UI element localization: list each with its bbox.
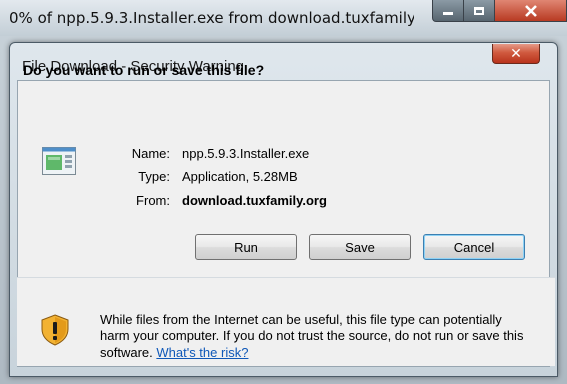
minimize-button[interactable] <box>432 0 464 22</box>
installer-file-icon <box>42 147 76 175</box>
whats-the-risk-link[interactable]: What's the risk? <box>156 345 248 360</box>
type-label: Type: <box>138 169 170 184</box>
warning-text-prefix: software. <box>100 345 153 360</box>
dialog-close-button[interactable]: ✕ <box>492 44 540 64</box>
run-or-save-question: Do you want to run or save this file? <box>23 62 265 78</box>
name-label: Name: <box>131 146 170 161</box>
maximize-button[interactable] <box>463 0 495 22</box>
shield-warning-icon <box>41 314 69 346</box>
run-button[interactable]: Run <box>195 234 297 260</box>
file-type-value: Application, 5.28MB <box>182 169 298 184</box>
minimize-icon <box>443 12 453 15</box>
warning-text-line-2: harm your computer. If you do not trust … <box>100 328 524 343</box>
warning-text-line-1: While files from the Internet can be use… <box>100 312 502 327</box>
outer-close-button[interactable] <box>494 0 567 22</box>
warning-text-line-3: software. What's the risk? <box>100 345 248 360</box>
close-icon: ✕ <box>510 45 522 62</box>
maximize-icon <box>474 6 484 15</box>
close-icon <box>524 4 537 17</box>
save-button[interactable]: Save <box>309 234 411 260</box>
file-name-value: npp.5.9.3.Installer.exe <box>182 146 310 161</box>
cancel-button[interactable]: Cancel <box>423 234 525 260</box>
download-window-title: 0% of npp.5.9.3.Installer.exe from downl… <box>9 9 414 27</box>
from-label: From: <box>136 193 170 208</box>
file-source-value: download.tuxfamily.org <box>182 193 327 208</box>
